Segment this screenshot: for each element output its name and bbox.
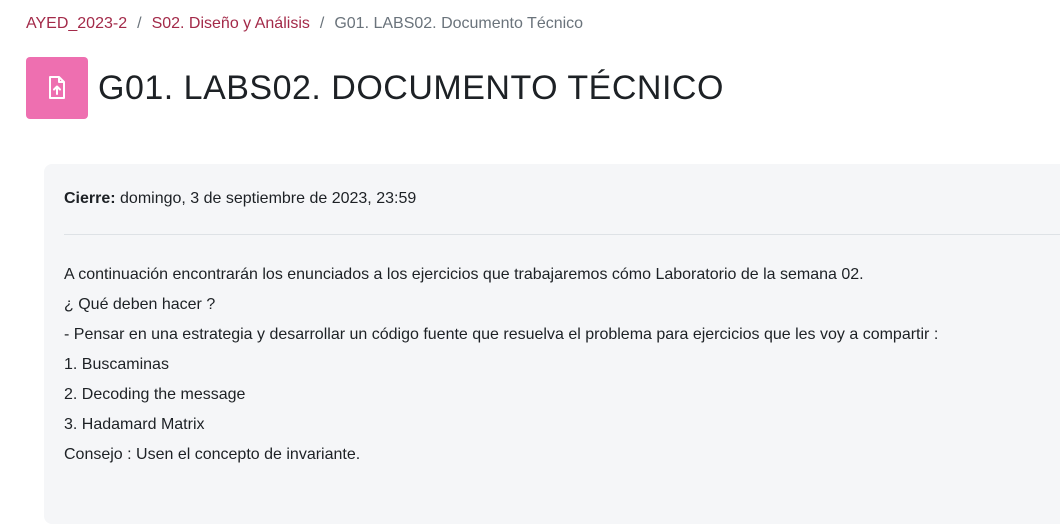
activity-description: A continuación encontrarán los enunciado…	[64, 260, 938, 470]
description-line: A continuación encontrarán los enunciado…	[64, 266, 864, 283]
breadcrumb: AYED_2023-2 / S02. Diseño y Análisis / G01. …	[26, 13, 583, 35]
description-line: - Pensar en una estrategia y desarrollar…	[64, 326, 939, 343]
description-line: 3. Hadamard Matrix	[64, 416, 205, 433]
description-line: ¿ Qué deben hacer ?	[64, 296, 216, 313]
due-date-label: Cierre:	[64, 190, 116, 207]
breadcrumb-current: G01. LABS02. Documento Técnico	[334, 15, 584, 32]
activity-card: Cierre: domingo, 3 de septiembre de 2023…	[44, 164, 1060, 524]
page-title: G01. LABS02. DOCUMENTO TÉCNICO	[98, 69, 724, 107]
description-line: 1. Buscaminas	[64, 356, 169, 373]
breadcrumb-section-link[interactable]: S02. Diseño y Análisis	[152, 15, 310, 32]
file-upload-icon	[26, 57, 88, 119]
breadcrumb-course-link[interactable]: AYED_2023-2	[26, 15, 127, 32]
description-line: Consejo : Usen el concepto de invariante…	[64, 446, 361, 463]
breadcrumb-separator: /	[319, 15, 325, 32]
description-line: 2. Decoding the message	[64, 386, 246, 403]
breadcrumb-separator: /	[137, 15, 142, 32]
page-header: G01. LABS02. DOCUMENTO TÉCNICO	[26, 57, 724, 119]
due-date-value: domingo, 3 de septiembre de 2023, 23:59	[115, 190, 417, 207]
due-date: Cierre: domingo, 3 de septiembre de 2023…	[64, 188, 416, 210]
divider	[64, 234, 1060, 235]
